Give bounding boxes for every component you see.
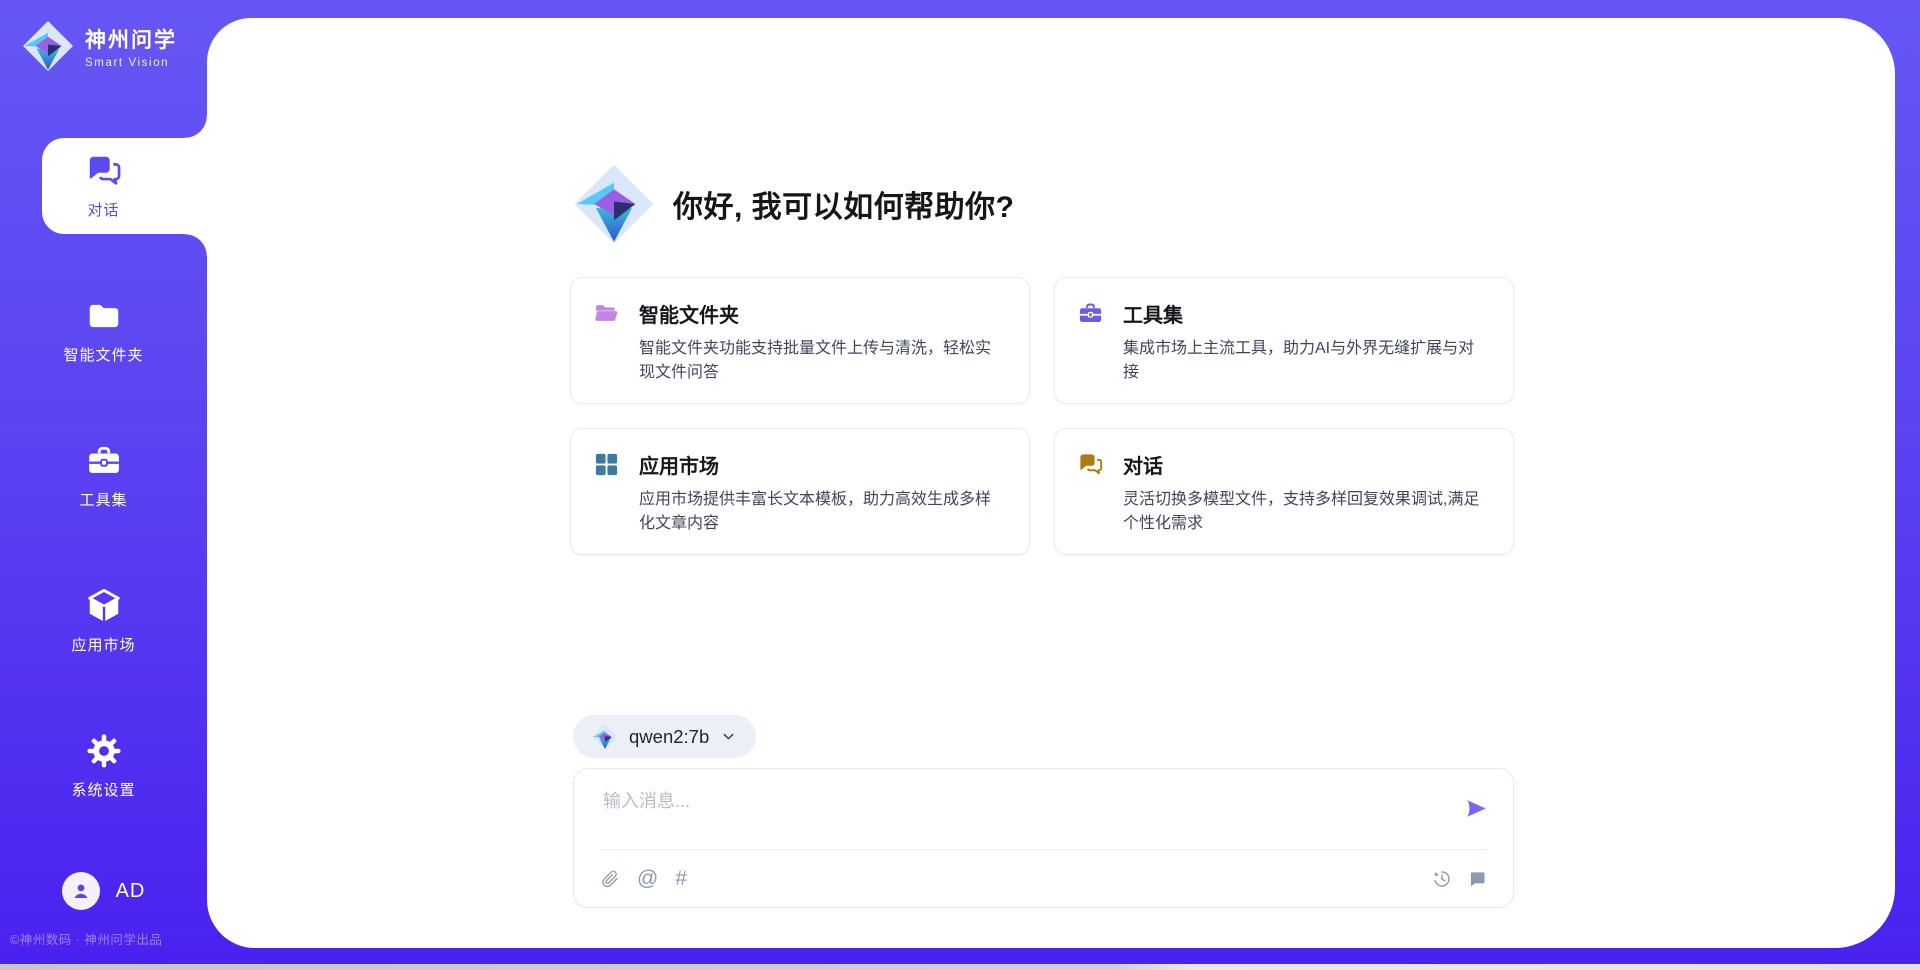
feature-cards: 智能文件夹 智能文件夹功能支持批量文件上传与清洗，轻松实现文件问答 工具集 集成…: [570, 277, 1514, 555]
grid-icon: [593, 451, 620, 478]
send-icon[interactable]: [1462, 795, 1489, 822]
chat-icon: [1077, 451, 1104, 478]
sidebar: 神州问学 Smart Vision 对话 智能文件夹 工具集 应用市场 系统设置…: [0, 0, 207, 970]
sidebar-item-toolset[interactable]: 工具集: [0, 428, 207, 524]
user-icon: [70, 880, 92, 902]
folder-open-icon: [593, 300, 620, 327]
chevron-down-icon: [720, 728, 737, 745]
greeting-title: 你好, 我可以如何帮助你?: [673, 182, 1015, 226]
sidebar-item-system-settings[interactable]: 系统设置: [0, 718, 207, 814]
sidebar-item-label: 智能文件夹: [63, 344, 143, 365]
gem-logo-icon: [592, 724, 618, 750]
user-initials: AD: [116, 880, 146, 903]
model-name: qwen2:7b: [629, 726, 709, 748]
card-description: 集成市场上主流工具，助力AI与外界无缝扩展与对接: [1123, 337, 1489, 385]
hashtag-icon[interactable]: #: [675, 868, 687, 889]
card-app-market[interactable]: 应用市场 应用市场提供丰富长文本模板，助力高效生成多样化文章内容: [570, 428, 1030, 555]
mention-icon[interactable]: @: [637, 868, 658, 889]
gear-icon: [85, 732, 123, 770]
card-title: 应用市场: [639, 450, 719, 479]
sidebar-item-label: 系统设置: [71, 779, 135, 800]
message-input[interactable]: [601, 785, 1431, 843]
folder-icon: [85, 297, 123, 335]
card-title: 智能文件夹: [639, 299, 739, 328]
card-chat[interactable]: 对话 灵活切换多模型文件，支持多样回复效果调试,满足个性化需求: [1054, 428, 1514, 555]
card-toolset[interactable]: 工具集 集成市场上主流工具，助力AI与外界无缝扩展与对接: [1054, 277, 1514, 404]
gem-logo-icon: [573, 163, 655, 245]
bottom-edge-strip: [0, 964, 1920, 970]
brand-logo: 神州问学 Smart Vision: [22, 20, 177, 72]
message-composer: @ #: [573, 768, 1514, 908]
sidebar-item-chat[interactable]: 对话: [0, 138, 207, 234]
toolbox-icon: [85, 442, 123, 480]
history-icon[interactable]: [1432, 869, 1452, 889]
card-title: 工具集: [1123, 299, 1183, 328]
user-account[interactable]: AD: [0, 872, 207, 910]
sidebar-footer-credit: ©神州数码 · 神州问学出品: [10, 929, 162, 948]
card-description: 应用市场提供丰富长文本模板，助力高效生成多样化文章内容: [639, 488, 1005, 536]
active-tab-background: [42, 138, 207, 234]
sidebar-item-label: 对话: [87, 199, 119, 220]
composer-toolbar: @ #: [600, 850, 1487, 907]
model-selector[interactable]: qwen2:7b: [573, 715, 756, 758]
sidebar-item-smart-folder[interactable]: 智能文件夹: [0, 283, 207, 379]
brand-subtitle: Smart Vision: [85, 57, 177, 69]
toolbox-icon: [1077, 300, 1104, 327]
attachment-icon[interactable]: [600, 869, 620, 889]
sidebar-item-app-market[interactable]: 应用市场: [0, 573, 207, 669]
feedback-bubble-icon[interactable]: [1467, 869, 1487, 889]
cube-icon: [85, 587, 123, 625]
sidebar-item-label: 应用市场: [71, 634, 135, 655]
card-description: 灵活切换多模型文件，支持多样回复效果调试,满足个性化需求: [1123, 488, 1489, 536]
gem-logo-icon: [22, 20, 74, 72]
card-description: 智能文件夹功能支持批量文件上传与清洗，轻松实现文件问答: [639, 337, 1005, 385]
greeting: 你好, 我可以如何帮助你?: [573, 163, 1015, 245]
card-smart-folder[interactable]: 智能文件夹 智能文件夹功能支持批量文件上传与清洗，轻松实现文件问答: [570, 277, 1030, 404]
brand-name: 神州问学: [85, 24, 177, 54]
card-title: 对话: [1123, 450, 1163, 479]
avatar: [62, 872, 100, 910]
chat-icon: [85, 152, 123, 190]
sidebar-item-label: 工具集: [79, 489, 127, 510]
